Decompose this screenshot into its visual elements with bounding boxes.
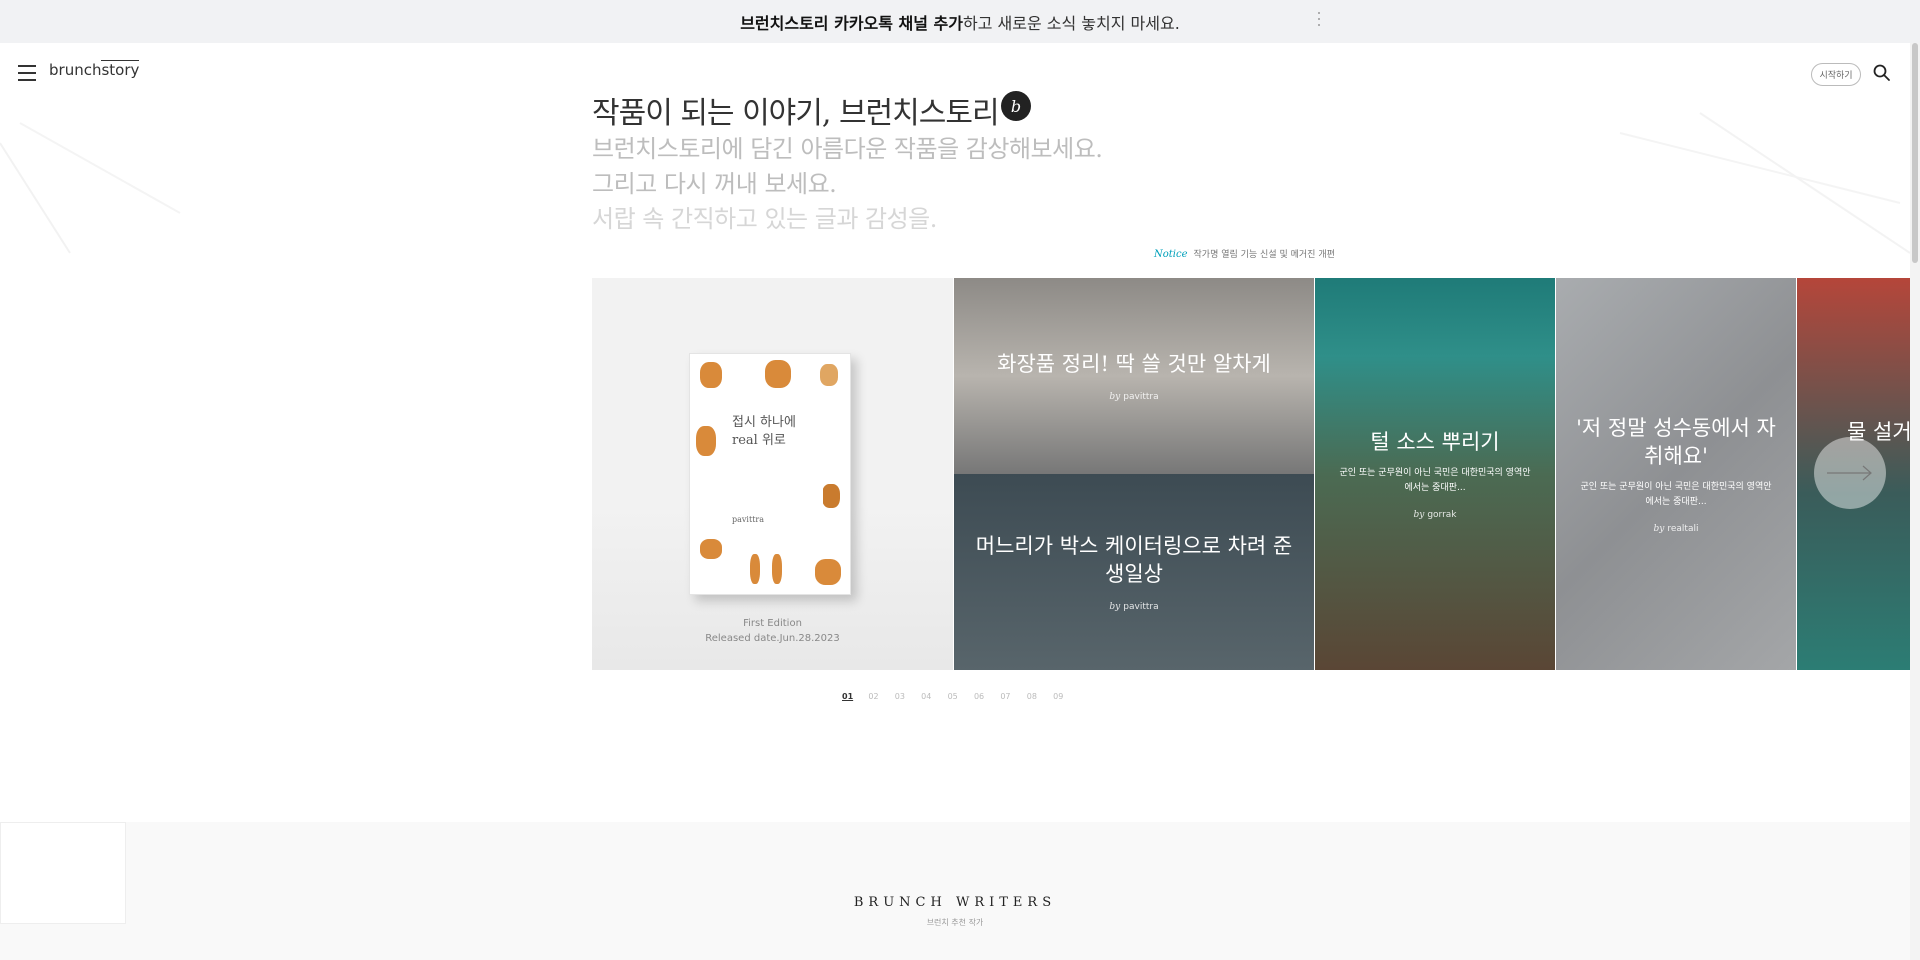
pager-item[interactable]: 08 [1027, 692, 1053, 701]
article-title: 물 설거지 [1847, 420, 1912, 444]
notice-link[interactable]: Notice 작가명 열림 기능 신설 및 메거진 개편 [1154, 247, 1335, 260]
book-cover: 접시 하나에 real 위로 pavittra [689, 353, 851, 595]
banner-text: 하고 새로운 소식 놓치지 마세요. [963, 13, 1180, 33]
scrollbar-thumb[interactable] [1912, 43, 1918, 263]
article-title: 털 소스 뿌리기 [1370, 430, 1500, 454]
start-button[interactable]: 시작하기 [1811, 63, 1861, 86]
banner-more-icon[interactable] [1316, 8, 1322, 36]
slider-pager: 01 02 03 04 05 06 07 08 09 [842, 692, 1080, 701]
article-desc: 군인 또는 군무원이 아닌 국민은 대한민국의 영역안에서는 중대판... [1580, 482, 1772, 507]
notice-text: 작가명 열림 기능 신설 및 메거진 개편 [1193, 250, 1335, 260]
article-desc: 군인 또는 군무원이 아닌 국민은 대한민국의 영역안에서는 중대판... [1339, 468, 1531, 493]
edition-label: First Edition [743, 618, 802, 629]
intro-line-3: 서랍 속 간직하고 있는 글과 감성을. [592, 205, 937, 233]
article-author: by pavittra [1109, 602, 1159, 612]
writers-subtitle: 브런치 추천 작가 [926, 918, 984, 927]
pager-item[interactable]: 04 [921, 692, 947, 701]
pager-item[interactable]: 01 [842, 692, 868, 701]
brunchstory-logo[interactable]: brunchstory [49, 60, 140, 79]
intro-title: 작품이 되는 이야기, 브런치스토리 b [592, 88, 1102, 132]
article-title: '저 정말 성수동에서 자취해요' [1576, 416, 1776, 468]
search-icon[interactable] [1872, 63, 1892, 83]
book-title: 접시 하나에 real 위로 [732, 415, 796, 448]
release-date: Released date.Jun.28.2023 [705, 633, 840, 644]
article-card[interactable]: 털 소스 뿌리기 군인 또는 군무원이 아닌 국민은 대한민국의 영역안에서는 … [1315, 278, 1555, 670]
pen-icon: b [1000, 91, 1031, 121]
book-edition-info: First Edition Released date.Jun.28.2023 [592, 616, 953, 646]
arrow-right-icon [1827, 465, 1872, 481]
pager-item[interactable]: 03 [895, 692, 921, 701]
article-title: 머느리가 박스 케이터링으로 차려 준 생일상 [975, 534, 1293, 586]
book-card[interactable]: 접시 하나에 real 위로 pavittra First Edition Re… [592, 278, 953, 670]
intro-line-2: 그리고 다시 꺼내 보세요. [592, 170, 837, 198]
writers-title: BRUNCH WRITERS [853, 895, 1057, 910]
book-label: 접시 하나에 real 위로 pavittra [723, 404, 823, 534]
book-author: pavittra [732, 515, 764, 524]
kakao-channel-banner[interactable]: 브런치스토리 카카오톡 채널 추가 하고 새로운 소식 놓치지 마세요. [0, 0, 1920, 43]
pager-item[interactable]: 05 [948, 692, 974, 701]
article-author: by pavittra [1109, 392, 1159, 402]
pager-item[interactable]: 06 [974, 692, 1000, 701]
banner-bold-text: 브런치스토리 카카오톡 채널 추가 [740, 13, 963, 33]
intro-section: 작품이 되는 이야기, 브런치스토리 b 브런치스토리에 담긴 아름다운 작품을… [592, 88, 1103, 237]
article-title: 화장품 정리! 딱 쓸 것만 알차게 [997, 352, 1271, 376]
article-author: by gorrak [1413, 510, 1457, 520]
pager-item[interactable]: 07 [1000, 692, 1026, 701]
article-card[interactable]: '저 정말 성수동에서 자취해요' 군인 또는 군무원이 아닌 국민은 대한민국… [1556, 278, 1796, 670]
pager-item[interactable]: 09 [1053, 692, 1079, 701]
slider-next-button[interactable] [1814, 437, 1886, 509]
pager-item[interactable]: 02 [868, 692, 894, 701]
featured-slider: 접시 하나에 real 위로 pavittra First Edition Re… [592, 278, 1912, 670]
article-author: by realtali [1653, 524, 1699, 534]
article-card[interactable]: 머느리가 박스 케이터링으로 차려 준 생일상 by pavittra [954, 474, 1314, 670]
page-scrollbar[interactable] [1910, 43, 1920, 960]
article-card[interactable]: 화장품 정리! 딱 쓸 것만 알차게 by pavittra [954, 278, 1314, 474]
writers-section [0, 822, 1920, 960]
intro-line-1: 브런치스토리에 담긴 아름다운 작품을 감상해보세요. [592, 135, 1103, 163]
hamburger-menu-icon[interactable] [18, 65, 36, 81]
notice-label: Notice [1154, 249, 1188, 260]
